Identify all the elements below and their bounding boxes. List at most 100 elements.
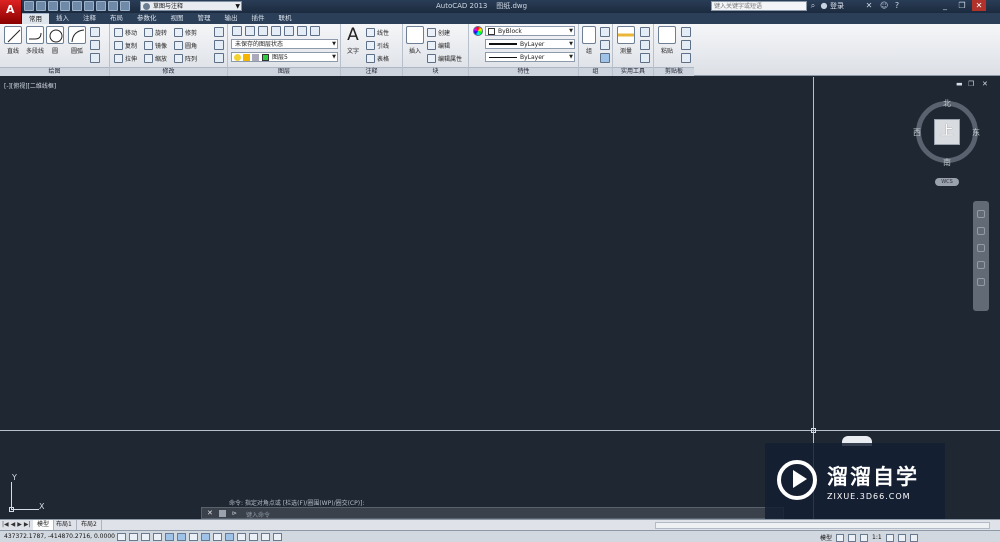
group-button[interactable]: 组: [580, 26, 598, 55]
match-properties-icon[interactable]: [473, 26, 483, 36]
array-button[interactable]: 阵列: [174, 53, 197, 64]
tab-parametric[interactable]: 参数化: [130, 13, 164, 24]
circle-button[interactable]: 圆: [44, 26, 66, 55]
help-search-input[interactable]: 键入关键字或短语: [711, 1, 807, 11]
ucs-icon[interactable]: Y X: [9, 472, 50, 512]
quick-properties-icon[interactable]: [261, 533, 270, 541]
save-as-icon[interactable]: [60, 1, 70, 11]
table-button[interactable]: 表格: [366, 53, 389, 64]
copy-base-icon[interactable]: [681, 53, 691, 63]
lock-ui-icon[interactable]: [897, 533, 906, 542]
cloud-icon[interactable]: [72, 1, 82, 11]
explode-icon[interactable]: [214, 40, 224, 50]
grid-display-icon[interactable]: [141, 533, 150, 541]
layer-isolate-icon[interactable]: [258, 26, 268, 36]
tab-online[interactable]: 联机: [272, 13, 299, 24]
user-icon[interactable]: ●: [820, 2, 828, 10]
paste-button[interactable]: 粘贴: [656, 26, 678, 55]
modify-panel-title[interactable]: 修改: [110, 67, 227, 76]
viewport-close-icon[interactable]: ✕: [982, 80, 988, 88]
quick-view-drawings-icon[interactable]: [848, 533, 857, 542]
edit-attributes-button[interactable]: 编辑属性: [427, 53, 462, 64]
layer-previous-icon[interactable]: [245, 26, 255, 36]
clean-screen-icon[interactable]: [909, 533, 918, 542]
infer-constraints-icon[interactable]: [117, 533, 126, 541]
command-line[interactable]: ✕ ⊳ 键入命令: [201, 507, 784, 519]
viewcube-top-face[interactable]: 上: [934, 119, 960, 145]
compass-south[interactable]: 南: [943, 157, 951, 168]
hatch-icon[interactable]: [90, 53, 100, 63]
viewport-restore-icon[interactable]: ❐: [968, 80, 974, 88]
offset-icon[interactable]: [214, 53, 224, 63]
redo-icon[interactable]: [108, 1, 118, 11]
quick-view-layouts-icon[interactable]: [836, 533, 845, 542]
prev-layout-icon[interactable]: ◀: [11, 521, 16, 528]
new-icon[interactable]: [24, 1, 34, 11]
arc-button[interactable]: 圆弧: [66, 26, 88, 55]
undo-icon[interactable]: [96, 1, 106, 11]
cut-icon[interactable]: [681, 27, 691, 37]
last-layout-icon[interactable]: ▶|: [24, 521, 31, 528]
polyline-button[interactable]: 多段线: [24, 26, 46, 55]
annotation-scale[interactable]: 1:1: [872, 534, 882, 541]
compass-west[interactable]: 西: [913, 127, 921, 138]
tab-output[interactable]: 输出: [218, 13, 245, 24]
groups-panel-title[interactable]: 组: [579, 67, 612, 76]
layer-lock-icon[interactable]: [310, 26, 320, 36]
layer-select[interactable]: 图层5 ▼: [231, 52, 338, 62]
rotate-button[interactable]: 旋转: [144, 27, 167, 38]
showmotion-icon[interactable]: [977, 278, 985, 286]
viewport-minimize-icon[interactable]: ▬: [956, 80, 963, 88]
utilities-panel-title[interactable]: 实用工具: [613, 67, 653, 76]
steering-wheel-icon[interactable]: [977, 210, 985, 218]
layer-unisolate-icon[interactable]: [271, 26, 281, 36]
ungroup-icon[interactable]: [600, 27, 610, 37]
first-layout-icon[interactable]: |◀: [2, 521, 9, 528]
copy-button[interactable]: 复制: [114, 40, 137, 51]
insert-block-button[interactable]: 插入: [404, 26, 426, 55]
restore-button[interactable]: ❐: [955, 0, 969, 11]
calculator-icon[interactable]: [640, 40, 650, 50]
model-space-button[interactable]: 模型: [820, 533, 832, 542]
object-snap-icon[interactable]: [177, 533, 186, 541]
snap-mode-icon[interactable]: [129, 533, 138, 541]
tab-manage[interactable]: 管理: [191, 13, 218, 24]
layer-freeze-icon[interactable]: [297, 26, 307, 36]
help-icon[interactable]: ?: [893, 2, 901, 10]
linear-dimension-button[interactable]: 线性: [366, 27, 389, 38]
wcs-menu-button[interactable]: WCS: [935, 178, 959, 186]
tab-insert[interactable]: 插入: [49, 13, 76, 24]
zoom-icon[interactable]: [977, 244, 985, 252]
tab-plugins[interactable]: 插件: [245, 13, 272, 24]
block-panel-title[interactable]: 块: [403, 67, 468, 76]
pan-icon[interactable]: [977, 227, 985, 235]
command-input[interactable]: 键入命令: [246, 510, 270, 519]
move-button[interactable]: 移动: [114, 27, 137, 38]
annotation-visibility-icon[interactable]: [860, 533, 869, 542]
properties-panel-title[interactable]: 特性: [469, 67, 578, 76]
object-snap-tracking-icon[interactable]: [201, 533, 210, 541]
tab-layout2[interactable]: 布局2: [77, 520, 102, 530]
tab-layout1[interactable]: 布局1: [52, 520, 77, 530]
tab-layout[interactable]: 布局: [103, 13, 130, 24]
customize-icon[interactable]: [219, 510, 226, 517]
tab-home[interactable]: 常用: [22, 13, 49, 24]
open-icon[interactable]: [36, 1, 46, 11]
layer-properties-icon[interactable]: [232, 26, 242, 36]
annotation-panel-title[interactable]: 注释: [341, 67, 402, 76]
id-point-icon[interactable]: [640, 53, 650, 63]
polar-tracking-icon[interactable]: [165, 533, 174, 541]
dynamic-ucs-icon[interactable]: [213, 533, 222, 541]
ortho-mode-icon[interactable]: [153, 533, 162, 541]
stretch-button[interactable]: 拉伸: [114, 53, 137, 64]
tab-model[interactable]: 模型: [33, 520, 55, 530]
ellipse-icon[interactable]: [90, 40, 100, 50]
exchange-icon[interactable]: ✕: [865, 2, 873, 10]
leader-button[interactable]: 引线: [366, 40, 389, 51]
selection-cycling-icon[interactable]: [273, 533, 282, 541]
dynamic-input-icon[interactable]: [225, 533, 234, 541]
binoculars-icon[interactable]: ⌕: [809, 2, 817, 10]
transparency-icon[interactable]: [249, 533, 258, 541]
create-block-button[interactable]: 创建: [427, 27, 450, 38]
application-menu-button[interactable]: A: [0, 0, 22, 24]
